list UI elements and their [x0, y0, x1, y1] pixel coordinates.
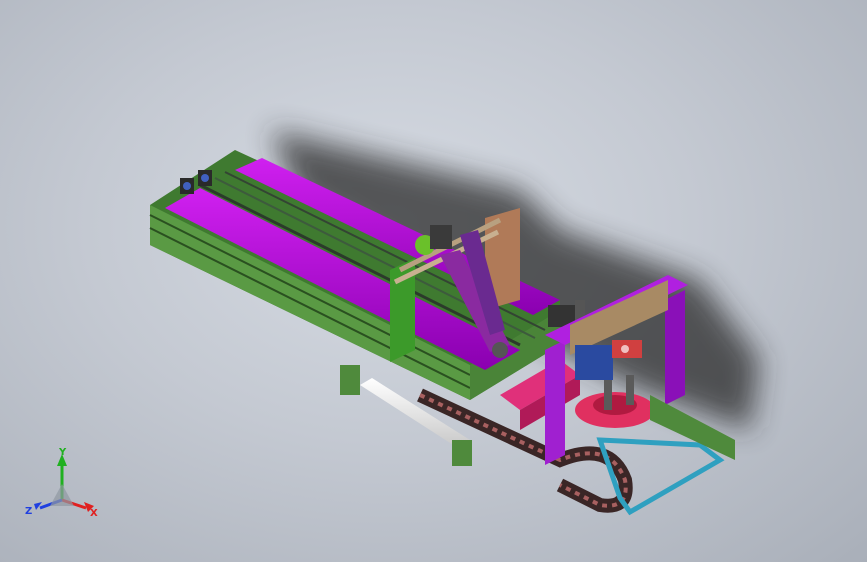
y-axis-label: Y — [58, 448, 67, 458]
z-axis-label: Z — [25, 506, 32, 517]
axis-triad: Y X Z — [25, 448, 98, 519]
3d-model-scene[interactable] — [0, 0, 867, 562]
x-axis-label: X — [90, 508, 98, 519]
cad-viewport[interactable]: Y X Z — [0, 0, 867, 562]
triad-base — [50, 484, 74, 506]
